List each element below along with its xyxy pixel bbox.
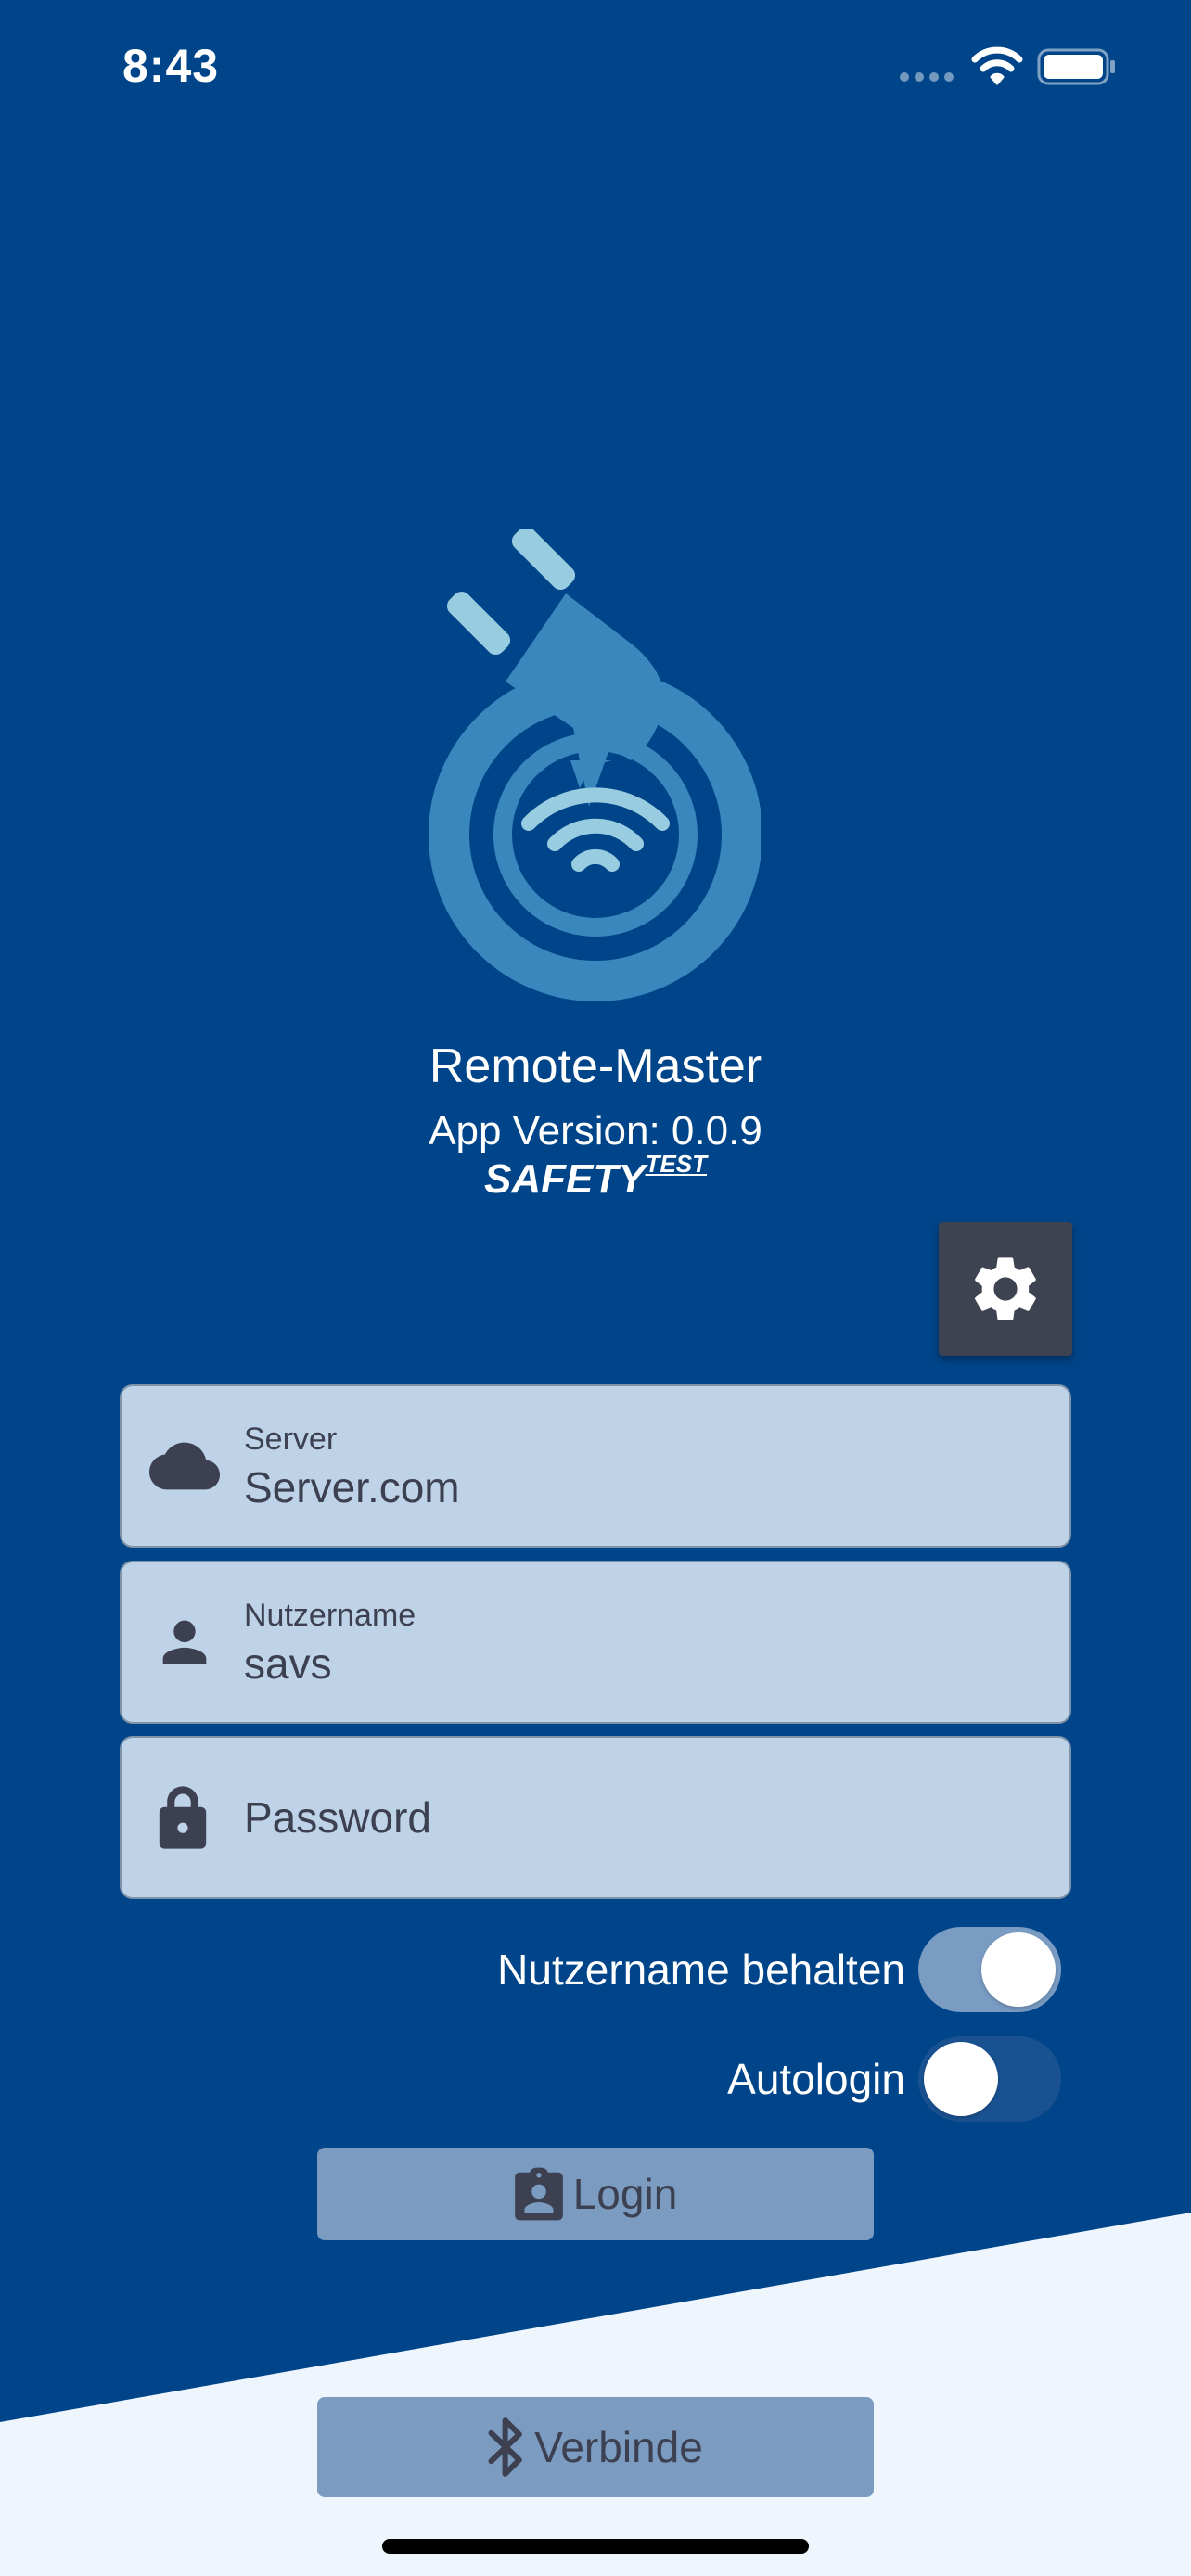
app-name: Remote-Master [429,1039,762,1093]
login-label: Login [572,2170,678,2218]
gear-icon [975,1257,1036,1320]
autologin-label: Autologin [727,2055,905,2103]
lock-icon [159,1786,207,1849]
home-indicator [382,2539,809,2554]
username-value: savs [244,1639,332,1688]
bluetooth-icon [488,2417,522,2477]
battery-icon [1037,48,1115,85]
connect-label: Verbinde [534,2423,703,2471]
person-icon [162,1620,207,1664]
password-placeholder: Password [244,1793,431,1842]
wifi-icon [971,46,1023,85]
settings-button[interactable] [939,1222,1072,1356]
brand-main: SAFETY [483,1156,646,1202]
toggle-knob [981,1932,1056,2007]
signal-icon [900,72,955,82]
brand-label: SAFETYTEST [0,1150,1191,1203]
toggle-knob [924,2042,998,2116]
username-field[interactable]: Nutzername savs [120,1561,1071,1724]
autologin-toggle[interactable] [918,2036,1061,2122]
password-field[interactable]: Password [120,1736,1071,1899]
server-value: Server.com [244,1463,460,1511]
username-label: Nutzername [244,1598,416,1633]
connect-button[interactable]: Verbinde [317,2397,874,2497]
app-logo [429,529,761,1001]
app-version: App Version: 0.0.9 [429,1108,762,1154]
keep-username-toggle[interactable] [918,1927,1061,2012]
keep-username-label: Nutzername behalten [497,1945,905,1994]
brand-sup: TEST [645,1150,708,1178]
autologin-row: Autologin [0,2033,1191,2125]
server-label: Server [244,1422,338,1457]
server-field[interactable]: Server Server.com [120,1384,1071,1548]
cloud-icon [149,1442,220,1490]
login-button[interactable]: Login [317,2148,874,2240]
status-time: 8:43 [122,40,220,92]
keep-username-row: Nutzername behalten [0,1923,1191,2016]
badge-icon [514,2167,563,2221]
